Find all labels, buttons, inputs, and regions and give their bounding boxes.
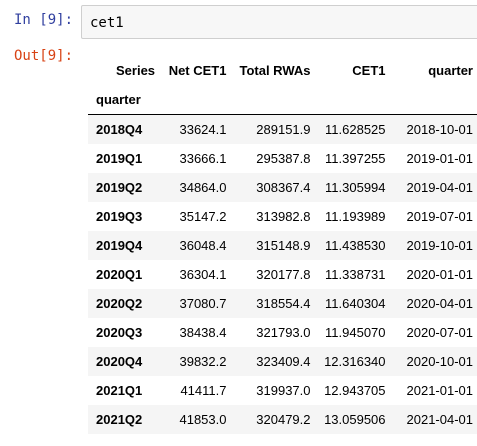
column-header: Total RWAs <box>239 63 311 78</box>
table-cell: 11.338731 <box>325 267 386 282</box>
row-index: 2019Q4 <box>96 238 143 253</box>
table-row: 2020Q4 39832.2 323409.4 12.316340 2020-10-01 <box>88 347 477 376</box>
table-cell: 2020-01-01 <box>406 267 474 282</box>
column-header-row: Series Net CET1 Total RWAs CET1 quarter <box>88 56 477 85</box>
table-cell: 313982.8 <box>256 209 311 224</box>
table-cell: 36048.4 <box>179 238 227 253</box>
column-header: quarter <box>428 63 473 78</box>
table-cell: 11.628525 <box>325 122 386 137</box>
table-cell: 41853.0 <box>179 412 227 427</box>
table-cell: 12.943705 <box>324 383 386 398</box>
table-cell: 319937.0 <box>256 383 311 398</box>
index-name-row: quarter <box>88 85 477 115</box>
table-row: 2019Q2 34864.0 308367.4 11.305994 2019-04-01 <box>88 173 477 202</box>
row-index: 2018Q4 <box>96 122 143 137</box>
table-cell: 289151.9 <box>256 122 311 137</box>
table-cell: 2018-10-01 <box>406 122 474 137</box>
table-cell: 323409.4 <box>256 354 311 369</box>
table-cell: 11.305994 <box>325 180 386 195</box>
row-index: 2019Q1 <box>96 151 143 166</box>
row-index: 2021Q1 <box>96 383 143 398</box>
table-cell: 320177.8 <box>256 267 311 282</box>
row-index: 2019Q3 <box>96 209 143 224</box>
table-cell: 2019-04-01 <box>406 180 474 195</box>
table-cell: 33624.1 <box>179 122 227 137</box>
row-index: 2020Q1 <box>96 267 143 282</box>
row-index: 2021Q2 <box>96 412 143 427</box>
table-row: 2018Q4 33624.1 289151.9 11.628525 2018-10-01 <box>88 114 477 144</box>
dataframe-table: Series Net CET1 Total RWAs CET1 quarter … <box>88 56 477 434</box>
table-cell: 38438.4 <box>179 325 227 340</box>
table-cell: 12.316340 <box>324 354 386 369</box>
table-cell: 2020-07-01 <box>406 325 474 340</box>
table-row: 2019Q4 36048.4 315148.9 11.438530 2019-10-01 <box>88 231 477 260</box>
code-editor[interactable]: cet1 <box>81 5 477 39</box>
table-cell: 41411.7 <box>180 383 227 398</box>
table-cell: 2019-01-01 <box>406 151 474 166</box>
table-row: 2020Q2 37080.7 318554.4 11.640304 2020-04-01 <box>88 289 477 318</box>
table-cell: 2020-10-01 <box>406 354 474 369</box>
table-cell: 11.397255 <box>325 151 386 166</box>
table-cell: 36304.1 <box>179 267 227 282</box>
table-row: 2019Q1 33666.1 295387.8 11.397255 2019-01-01 <box>88 144 477 173</box>
input-cell: In [9]: cet1 <box>0 0 477 42</box>
table-cell: 11.945070 <box>325 325 386 340</box>
table-cell: 11.193989 <box>325 209 386 224</box>
row-index: 2019Q2 <box>96 180 143 195</box>
table-cell: 2021-04-01 <box>406 412 474 427</box>
table-cell: 321793.0 <box>256 325 311 340</box>
table-cell: 33666.1 <box>179 151 227 166</box>
column-header: CET1 <box>352 63 386 78</box>
table-cell: 295387.8 <box>256 151 311 166</box>
row-index: 2020Q4 <box>96 354 143 369</box>
code-text[interactable]: cet1 <box>90 15 124 31</box>
table-body: 2018Q4 33624.1 289151.9 11.628525 2018-10-01… <box>88 114 477 434</box>
table-cell: 11.438530 <box>325 238 386 253</box>
columns-label: Series <box>116 63 156 78</box>
table-cell: 2020-04-01 <box>406 296 474 311</box>
table-cell: 11.640304 <box>325 296 386 311</box>
table-cell: 318554.4 <box>256 296 311 311</box>
table-row: 2020Q1 36304.1 320177.8 11.338731 2020-01-01 <box>88 260 477 289</box>
row-index: 2020Q3 <box>96 325 143 340</box>
output-prompt: Out[9]: <box>14 48 74 64</box>
table-cell: 2019-10-01 <box>406 238 474 253</box>
table-cell: 37080.7 <box>179 296 227 311</box>
table-row: 2020Q3 38438.4 321793.0 11.945070 2020-07-01 <box>88 318 477 347</box>
input-prompt: In [9]: <box>14 12 74 28</box>
table-cell: 13.059506 <box>324 412 386 427</box>
table-cell: 308367.4 <box>256 180 311 195</box>
row-index: 2020Q2 <box>96 296 143 311</box>
table-cell: 315148.9 <box>256 238 311 253</box>
table-row: 2021Q2 41853.0 320479.2 13.059506 2021-04-01 <box>88 405 477 434</box>
table-cell: 2021-01-01 <box>406 383 474 398</box>
table-row: 2019Q3 35147.2 313982.8 11.193989 2019-07-01 <box>88 202 477 231</box>
column-header: Net CET1 <box>168 63 227 78</box>
index-name: quarter <box>88 85 162 115</box>
table-cell: 34864.0 <box>179 180 227 195</box>
table-cell: 320479.2 <box>256 412 311 427</box>
table-cell: 35147.2 <box>179 209 227 224</box>
table-cell: 2019-07-01 <box>406 209 474 224</box>
table-cell: 39832.2 <box>179 354 227 369</box>
table-row: 2021Q1 41411.7 319937.0 12.943705 2021-01-01 <box>88 376 477 405</box>
